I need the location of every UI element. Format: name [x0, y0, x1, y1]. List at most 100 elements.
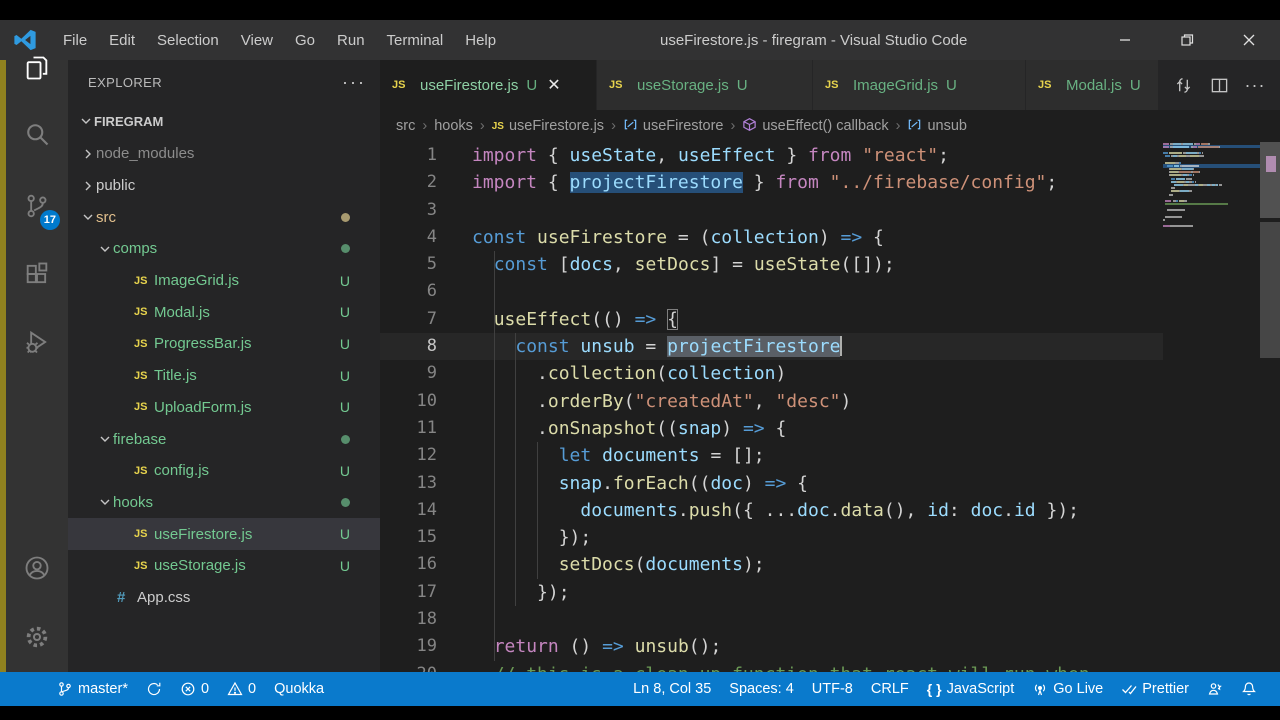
scrollbar-thumb[interactable]: [1260, 142, 1280, 218]
code-line[interactable]: 18: [380, 606, 1280, 633]
status-cursor-position[interactable]: Ln 8, Col 35: [624, 672, 720, 706]
accounts-icon[interactable]: [6, 542, 68, 594]
tab-usefirestore-js[interactable]: JSuseFirestore.jsU✕: [380, 60, 597, 110]
close-icon[interactable]: ✕: [547, 75, 560, 95]
status-errors[interactable]: 0: [171, 672, 218, 706]
extensions-icon[interactable]: [6, 248, 68, 300]
tab-dirty-indicator: U: [737, 77, 748, 94]
status-go-live[interactable]: Go Live: [1023, 672, 1112, 706]
status-indentation[interactable]: Spaces: 4: [720, 672, 803, 706]
code-text: snap.forEach((doc) => {: [472, 470, 808, 497]
status-prettier[interactable]: Prettier: [1112, 672, 1198, 706]
tree-item-config-js[interactable]: JSconfig.jsU: [68, 455, 380, 487]
more-actions-icon[interactable]: ···: [1240, 70, 1270, 100]
code-line[interactable]: 3: [380, 197, 1280, 224]
status-encoding[interactable]: UTF-8: [803, 672, 862, 706]
minimize-button[interactable]: [1094, 20, 1156, 60]
line-number[interactable]: 17: [380, 579, 437, 606]
tree-item-app-css[interactable]: #App.css: [68, 582, 380, 614]
restore-button[interactable]: [1156, 20, 1218, 60]
tree-item-modal-js[interactable]: JSModal.jsU: [68, 296, 380, 328]
tree-item-usefirestore-js[interactable]: JSuseFirestore.jsU: [68, 518, 380, 550]
menu-view[interactable]: View: [230, 20, 284, 60]
line-number[interactable]: 4: [380, 224, 437, 251]
editor-scrollbar[interactable]: [1260, 142, 1280, 672]
status-language-mode[interactable]: { }JavaScript: [918, 672, 1024, 706]
tab-imagegrid-js[interactable]: JSImageGrid.jsU: [813, 60, 1026, 110]
menu-help[interactable]: Help: [454, 20, 507, 60]
menu-run[interactable]: Run: [326, 20, 376, 60]
line-number[interactable]: 3: [380, 197, 437, 224]
line-number[interactable]: 1: [380, 142, 437, 169]
code-line[interactable]: 1import { useState, useEffect } from "re…: [380, 142, 1280, 169]
status-eol[interactable]: CRLF: [862, 672, 918, 706]
status-git-branch[interactable]: master*: [48, 672, 137, 706]
line-number[interactable]: 7: [380, 306, 437, 333]
line-number[interactable]: 18: [380, 606, 437, 633]
close-button[interactable]: [1218, 20, 1280, 60]
tree-item-label: Title.js: [154, 367, 197, 384]
tab-modal-js[interactable]: JSModal.jsU: [1026, 60, 1160, 110]
breadcrumb-item-src[interactable]: src: [396, 118, 415, 134]
line-number[interactable]: 13: [380, 470, 437, 497]
breadcrumb-item-usefirestore-js[interactable]: JSuseFirestore.js: [492, 118, 604, 134]
code-line[interactable]: 2import { projectFirestore } from "../fi…: [380, 169, 1280, 196]
tree-item-usestorage-js[interactable]: JSuseStorage.jsU: [68, 550, 380, 582]
code-line[interactable]: 19 return () => unsub();: [380, 633, 1280, 660]
line-number[interactable]: 10: [380, 388, 437, 415]
tree-item-imagegrid-js[interactable]: JSImageGrid.jsU: [68, 265, 380, 297]
menu-selection[interactable]: Selection: [146, 20, 230, 60]
line-number[interactable]: 9: [380, 360, 437, 387]
explorer-icon[interactable]: [6, 42, 68, 94]
minimap[interactable]: [1163, 142, 1260, 672]
line-number[interactable]: 5: [380, 251, 437, 278]
status-warnings[interactable]: 0: [218, 672, 265, 706]
code-line[interactable]: 4const useFirestore = (collection) => {: [380, 224, 1280, 251]
line-number[interactable]: 12: [380, 442, 437, 469]
line-number[interactable]: 20: [380, 661, 437, 672]
line-number[interactable]: 6: [380, 278, 437, 305]
status-sync[interactable]: [137, 672, 171, 706]
scrollbar-thumb-lower[interactable]: [1260, 222, 1280, 358]
status-quokka[interactable]: Quokka: [265, 672, 333, 706]
breadcrumb-item-useeffect-callback[interactable]: useEffect() callback: [742, 117, 888, 136]
line-number[interactable]: 14: [380, 497, 437, 524]
status-feedback[interactable]: [1198, 672, 1232, 706]
code-line[interactable]: 7 useEffect(() => {: [380, 306, 1280, 333]
code-line[interactable]: 6: [380, 278, 1280, 305]
tree-item-node-modules[interactable]: node_modules: [68, 138, 380, 170]
menu-go[interactable]: Go: [284, 20, 326, 60]
run-debug-icon[interactable]: [6, 316, 68, 368]
status-notifications[interactable]: [1232, 672, 1266, 706]
menu-terminal[interactable]: Terminal: [376, 20, 455, 60]
code-line[interactable]: 5 const [docs, setDocs] = useState([]);: [380, 251, 1280, 278]
source-control-icon[interactable]: 17: [6, 180, 68, 232]
tree-item-title-js[interactable]: JSTitle.jsU: [68, 360, 380, 392]
breadcrumb-item-unsub[interactable]: unsub: [907, 117, 967, 136]
tree-item-uploadform-js[interactable]: JSUploadForm.jsU: [68, 392, 380, 424]
line-number[interactable]: 19: [380, 633, 437, 660]
tree-item-hooks[interactable]: hooks: [68, 487, 380, 519]
tree-item-progressbar-js[interactable]: JSProgressBar.jsU: [68, 328, 380, 360]
breadcrumb-item-usefirestore[interactable]: useFirestore: [623, 117, 724, 136]
settings-icon[interactable]: [6, 611, 68, 663]
tree-root-firegram[interactable]: FIREGRAM: [68, 104, 380, 138]
line-number[interactable]: 8: [380, 333, 437, 360]
tree-item-public[interactable]: public: [68, 170, 380, 202]
search-icon[interactable]: [6, 108, 68, 160]
menu-edit[interactable]: Edit: [98, 20, 146, 60]
breadcrumb-item-hooks[interactable]: hooks: [434, 118, 473, 134]
tree-item-firebase[interactable]: firebase: [68, 423, 380, 455]
line-number[interactable]: 16: [380, 551, 437, 578]
code-line[interactable]: 20 // this is a clean up function that r…: [380, 661, 1280, 672]
sidebar-more-actions-icon[interactable]: ···: [342, 77, 366, 87]
tree-item-comps[interactable]: comps: [68, 233, 380, 265]
code-editor[interactable]: 1import { useState, useEffect } from "re…: [380, 142, 1280, 672]
split-editor-icon[interactable]: [1204, 70, 1234, 100]
line-number[interactable]: 2: [380, 169, 437, 196]
open-changes-icon[interactable]: [1168, 70, 1198, 100]
line-number[interactable]: 11: [380, 415, 437, 442]
line-number[interactable]: 15: [380, 524, 437, 551]
tree-item-src[interactable]: src: [68, 201, 380, 233]
tab-usestorage-js[interactable]: JSuseStorage.jsU: [597, 60, 813, 110]
